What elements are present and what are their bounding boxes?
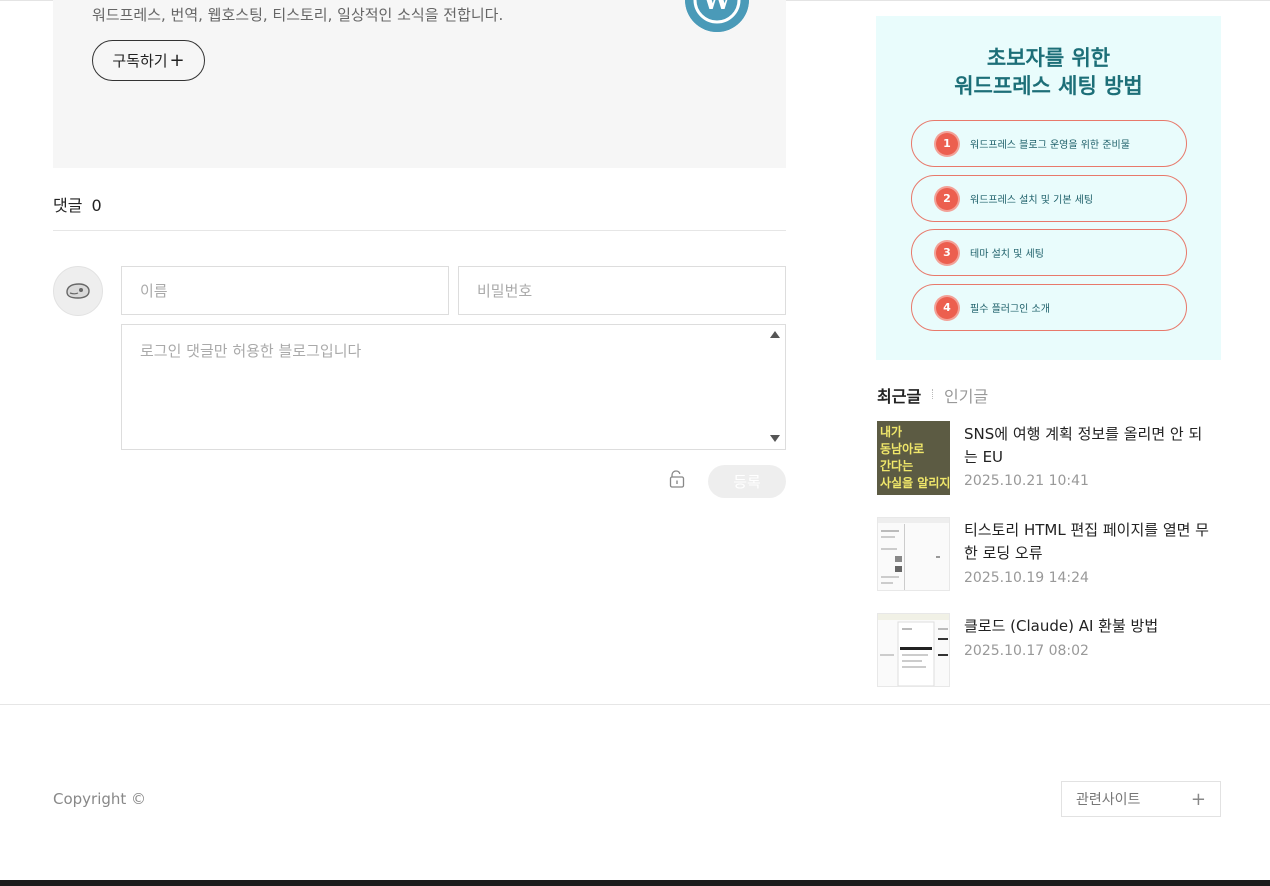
post-title[interactable]: 티스토리 HTML 편집 페이지를 열면 무한 로딩 오류 bbox=[964, 519, 1214, 565]
step-badge-icon: 4 bbox=[936, 296, 958, 319]
wordpress-logo-icon[interactable]: W bbox=[685, 0, 749, 32]
comment-textarea[interactable] bbox=[121, 324, 786, 450]
password-input[interactable] bbox=[458, 266, 786, 315]
blog-info-box: 워드프레스, 번역, 웹호스팅, 티스토리, 일상적인 소식을 전합니다. W … bbox=[53, 0, 786, 168]
thumb-text-line: 사실을 알리지. bbox=[880, 476, 950, 490]
tab-separator bbox=[932, 389, 933, 399]
default-avatar-icon bbox=[66, 283, 90, 299]
page-screenshot-icon bbox=[878, 518, 949, 590]
name-input[interactable] bbox=[121, 266, 449, 315]
wordpress-guide-banner[interactable]: 초보자를 위한 워드프레스 세팅 방법 1 워드프레스 블로그 운영을 위한 준… bbox=[876, 16, 1221, 360]
copyright-text: Copyright © bbox=[53, 790, 147, 808]
subscribe-label: 구독하기 bbox=[112, 52, 168, 70]
related-sites-dropdown[interactable]: 관련사이트 + bbox=[1061, 781, 1221, 817]
footer-divider bbox=[0, 704, 1270, 705]
banner-item-label: 필수 플러그인 소개 bbox=[970, 304, 1050, 315]
step-badge-icon: 2 bbox=[936, 187, 958, 210]
post-date: 2025.10.19 14:24 bbox=[964, 570, 1089, 586]
tab-popular-posts[interactable]: 인기글 bbox=[944, 383, 988, 407]
subscribe-button[interactable]: 구독하기 + bbox=[92, 40, 205, 81]
tab-recent-posts[interactable]: 최근글 bbox=[877, 383, 921, 407]
banner-title-line2: 워드프레스 세팅 방법 bbox=[954, 74, 1143, 98]
banner-item-label: 테마 설치 및 세팅 bbox=[970, 249, 1044, 260]
thumb-text-line: 동남아로 bbox=[880, 442, 925, 456]
banner-title-line1: 초보자를 위한 bbox=[986, 46, 1111, 70]
banner-item[interactable]: 4 필수 플러그인 소개 bbox=[911, 284, 1187, 331]
scroll-down-arrow-icon[interactable] bbox=[770, 435, 780, 442]
banner-item[interactable]: 1 워드프레스 블로그 운영을 위한 준비물 bbox=[911, 120, 1187, 167]
banner-item[interactable]: 2 워드프레스 설치 및 기본 세팅 bbox=[911, 175, 1187, 222]
banner-item-label: 워드프레스 설치 및 기본 세팅 bbox=[970, 195, 1094, 206]
step-badge-icon: 3 bbox=[936, 241, 958, 264]
avatar bbox=[53, 266, 103, 316]
banner-item[interactable]: 3 테마 설치 및 세팅 bbox=[911, 229, 1187, 276]
svg-text:W: W bbox=[701, 0, 732, 16]
post-thumbnail[interactable] bbox=[877, 613, 950, 687]
submit-button[interactable]: 등록 bbox=[708, 465, 786, 498]
banner-title: 초보자를 위한 워드프레스 세팅 방법 bbox=[876, 44, 1221, 100]
thumb-text-line: 내가 bbox=[880, 425, 903, 439]
blog-description: 워드프레스, 번역, 웹호스팅, 티스토리, 일상적인 소식을 전합니다. bbox=[92, 6, 504, 24]
comments-title-label: 댓글 bbox=[53, 196, 83, 215]
list-item[interactable]: 내가 동남아로 간다는 사실을 알리지. SNS에 여행 계획 정보를 올리면 … bbox=[877, 421, 1221, 495]
post-title[interactable]: 클로드 (Claude) AI 환불 방법 bbox=[964, 615, 1214, 638]
list-item[interactable]: 티스토리 HTML 편집 페이지를 열면 무한 로딩 오류 2025.10.19… bbox=[877, 517, 1221, 591]
related-sites-label: 관련사이트 bbox=[1076, 792, 1141, 808]
post-thumbnail[interactable] bbox=[877, 517, 950, 591]
thumb-text-line: 간다는 bbox=[880, 459, 914, 473]
scroll-up-arrow-icon[interactable] bbox=[770, 331, 780, 338]
post-thumbnail[interactable]: 내가 동남아로 간다는 사실을 알리지. bbox=[877, 421, 950, 495]
plus-icon: + bbox=[1190, 788, 1206, 810]
step-badge-icon: 1 bbox=[936, 132, 958, 155]
comments-heading: 댓글 0 bbox=[53, 192, 102, 216]
page-screenshot-icon bbox=[878, 614, 949, 686]
post-date: 2025.10.21 10:41 bbox=[964, 473, 1089, 489]
unlock-icon[interactable] bbox=[668, 470, 686, 488]
list-item[interactable]: 클로드 (Claude) AI 환불 방법 2025.10.17 08:02 bbox=[877, 613, 1221, 687]
post-date: 2025.10.17 08:02 bbox=[964, 643, 1089, 659]
comments-count: 0 bbox=[91, 196, 102, 215]
comments-divider bbox=[53, 230, 786, 231]
banner-item-label: 워드프레스 블로그 운영을 위한 준비물 bbox=[970, 140, 1130, 151]
post-title[interactable]: SNS에 여행 계획 정보를 올리면 안 되는 EU bbox=[964, 423, 1214, 469]
bottom-bar bbox=[0, 880, 1270, 886]
plus-icon: + bbox=[169, 49, 185, 71]
